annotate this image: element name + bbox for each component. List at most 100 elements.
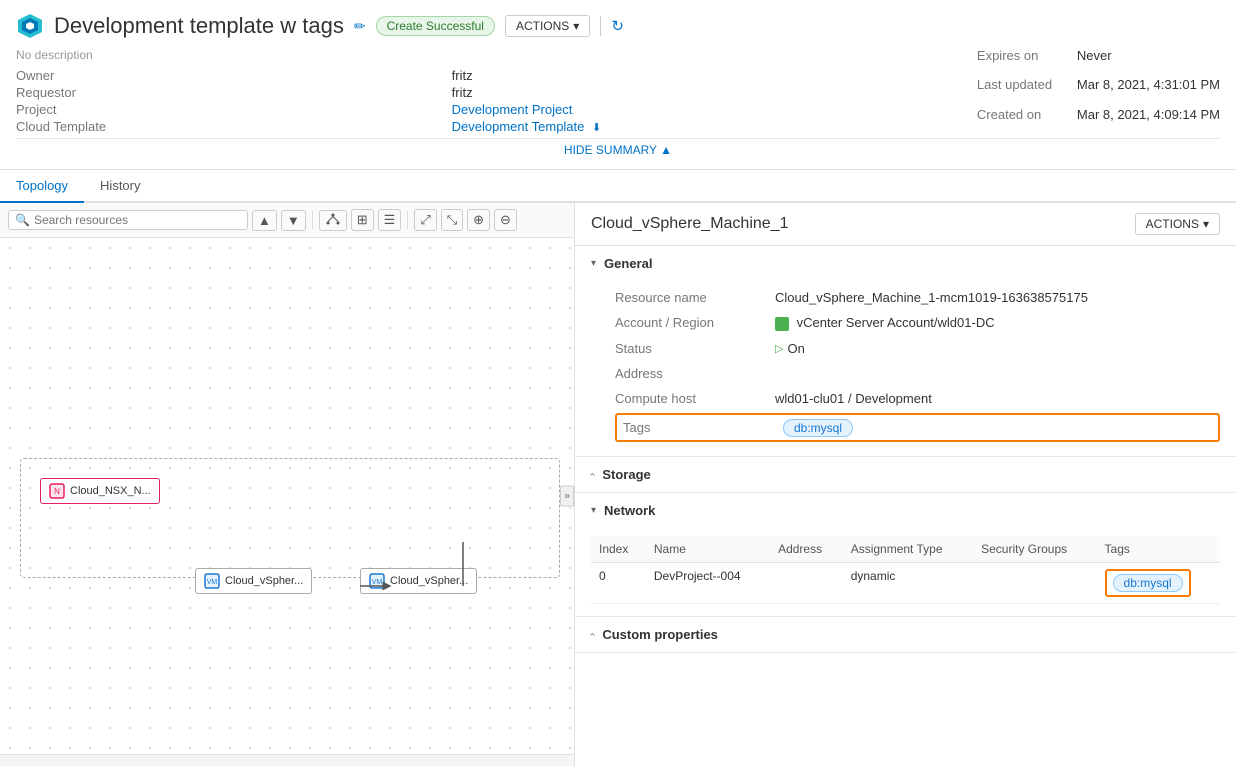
section-general-body: Resource name Cloud_vSphere_Machine_1-mc… [575, 281, 1236, 456]
network-tag-chip[interactable]: db:mysql [1113, 574, 1183, 592]
section-network-header[interactable]: ▾ Network [575, 493, 1236, 528]
network-tags-cell: db:mysql [1105, 569, 1191, 597]
network-table-header: Index Name Address Assignment Type Secur… [591, 536, 1220, 563]
refresh-icon[interactable]: ↻ [611, 17, 624, 35]
zoom-in-button[interactable]: ⊕ [467, 209, 490, 231]
right-panel: Cloud_vSphere_Machine_1 ACTIONS ▾ ▾ Gene… [575, 203, 1236, 766]
cloud-template-label: Cloud Template [16, 119, 136, 134]
section-network-body: Index Name Address Assignment Type Secur… [575, 528, 1236, 616]
compute-host-value: wld01-clu01 / Development [775, 391, 1220, 406]
section-custom-properties-title: Custom properties [602, 627, 718, 642]
cloud-template-value[interactable]: Development Template ⬇ [452, 119, 917, 134]
last-updated-value: Mar 8, 2021, 4:31:01 PM [1077, 77, 1220, 104]
topology-toolbar: 🔍 ▲ ▼ ⊞ ☰ ⤢ ⤡ ⊕ ⊖ [0, 203, 574, 238]
network-table-header-row: Index Name Address Assignment Type Secur… [591, 536, 1220, 563]
collapse-button[interactable]: ⤡ [441, 209, 463, 231]
section-general-title: General [604, 256, 652, 271]
search-box[interactable]: 🔍 [8, 210, 248, 230]
search-input[interactable] [34, 213, 241, 227]
resource-name-value: Cloud_vSphere_Machine_1-mcm1019-16363857… [775, 290, 1220, 305]
meta-left: No description Owner fritz Requestor fri… [16, 48, 917, 134]
actions-button[interactable]: ACTIONS ▾ [505, 15, 590, 37]
section-custom-properties-header[interactable]: › Custom properties [575, 617, 1236, 652]
grid-view-button[interactable]: ⊞ [351, 209, 374, 231]
tags-label: Tags [623, 420, 783, 435]
node-vsphere2[interactable]: VM Cloud_vSpher... [360, 568, 477, 594]
network-table-body: 0 DevProject--004 dynamic db:mysql [591, 562, 1220, 603]
project-value[interactable]: Development Project [452, 102, 917, 117]
main-area: 🔍 ▲ ▼ ⊞ ☰ ⤢ ⤡ ⊕ ⊖ [0, 203, 1236, 766]
header-meta: No description Owner fritz Requestor fri… [16, 48, 1220, 134]
cell-address [770, 562, 843, 603]
resource-actions-label: ACTIONS [1146, 217, 1199, 231]
meta-right: Expires on Never Last updated Mar 8, 202… [977, 48, 1220, 134]
custom-props-chevron-icon: › [587, 632, 598, 635]
created-label: Created on [977, 107, 1077, 134]
account-region-label: Account / Region [615, 315, 775, 330]
address-label: Address [615, 366, 775, 381]
owner-label: Owner [16, 68, 136, 83]
toolbar-divider [600, 16, 601, 36]
tag-chip-db-mysql[interactable]: db:mysql [783, 419, 853, 437]
vsphere2-node-icon: VM [369, 573, 385, 589]
resource-actions-button[interactable]: ACTIONS ▾ [1135, 213, 1220, 235]
tab-history[interactable]: History [84, 170, 156, 203]
zoom-out-button[interactable]: ⊖ [494, 209, 517, 231]
tab-topology[interactable]: Topology [0, 170, 84, 203]
no-description: No description [16, 48, 917, 62]
last-updated-label: Last updated [977, 77, 1077, 104]
field-status: Status ▷ On [615, 336, 1220, 361]
bottom-scrollbar[interactable] [0, 754, 574, 766]
status-badge: Create Successful [376, 16, 495, 36]
section-storage-title: Storage [602, 467, 650, 482]
topology-icon [325, 213, 341, 225]
nsx-node-label: Cloud_NSX_N... [70, 485, 151, 497]
expires-label: Expires on [977, 48, 1077, 75]
edit-icon[interactable]: ✏ [354, 18, 366, 35]
section-network: ▾ Network Index Name Address Assignment … [575, 493, 1236, 617]
play-icon: ▷ [775, 342, 783, 355]
network-table-row: 0 DevProject--004 dynamic db:mysql [591, 562, 1220, 603]
resource-title: Cloud_vSphere_Machine_1 [591, 215, 788, 233]
status-label: Status [615, 341, 775, 356]
section-storage: › Storage [575, 457, 1236, 493]
toolbar-separator [312, 211, 313, 229]
node-vsphere1[interactable]: VM Cloud_vSpher... [195, 568, 312, 594]
right-panel-header: Cloud_vSphere_Machine_1 ACTIONS ▾ [575, 203, 1236, 246]
chevron-up-icon: ▲ [660, 143, 672, 157]
tabs-bar: Topology History [0, 170, 1236, 203]
sort-down-button[interactable]: ▼ [281, 210, 306, 231]
search-icon: 🔍 [15, 213, 30, 227]
sort-up-button[interactable]: ▲ [252, 210, 277, 231]
header-title-row: Development template w tags ✏ Create Suc… [16, 12, 1220, 40]
network-chevron-down-icon: ▾ [591, 505, 596, 516]
topology-view-button[interactable] [319, 210, 347, 231]
vsphere2-node-label: Cloud_vSpher... [390, 575, 468, 587]
field-address: Address [615, 361, 1220, 386]
nsx-node-icon: N [49, 483, 65, 499]
field-account-region: Account / Region vCenter Server Account/… [615, 310, 1220, 336]
list-view-button[interactable]: ☰ [378, 209, 402, 231]
app-logo [16, 12, 44, 40]
collapse-panel-button[interactable]: » [560, 486, 574, 507]
col-assignment-type: Assignment Type [843, 536, 973, 563]
svg-text:VM: VM [372, 579, 383, 586]
created-value: Mar 8, 2021, 4:09:14 PM [1077, 107, 1220, 134]
meta-table: Owner fritz Requestor fritz Project Deve… [16, 68, 917, 134]
section-storage-header[interactable]: › Storage [575, 457, 1236, 492]
resource-actions-chevron: ▾ [1203, 217, 1209, 231]
hide-summary[interactable]: HIDE SUMMARY ▲ [16, 138, 1220, 161]
chevron-down-icon: ▾ [573, 19, 579, 33]
field-resource-name: Resource name Cloud_vSphere_Machine_1-mc… [615, 285, 1220, 310]
topology-canvas: N Cloud_NSX_N... VM Cloud_vSpher... VM C… [0, 238, 574, 754]
download-icon[interactable]: ⬇ [592, 122, 601, 134]
section-general-header[interactable]: ▾ General [575, 246, 1236, 281]
expand-button[interactable]: ⤢ [414, 209, 436, 231]
topology-panel: 🔍 ▲ ▼ ⊞ ☰ ⤢ ⤡ ⊕ ⊖ [0, 203, 575, 766]
col-index: Index [591, 536, 646, 563]
vsphere1-node-icon: VM [204, 573, 220, 589]
node-nsx[interactable]: N Cloud_NSX_N... [40, 478, 160, 504]
cell-name: DevProject--004 [646, 562, 770, 603]
cell-tags: db:mysql [1097, 562, 1220, 603]
project-label: Project [16, 102, 136, 117]
